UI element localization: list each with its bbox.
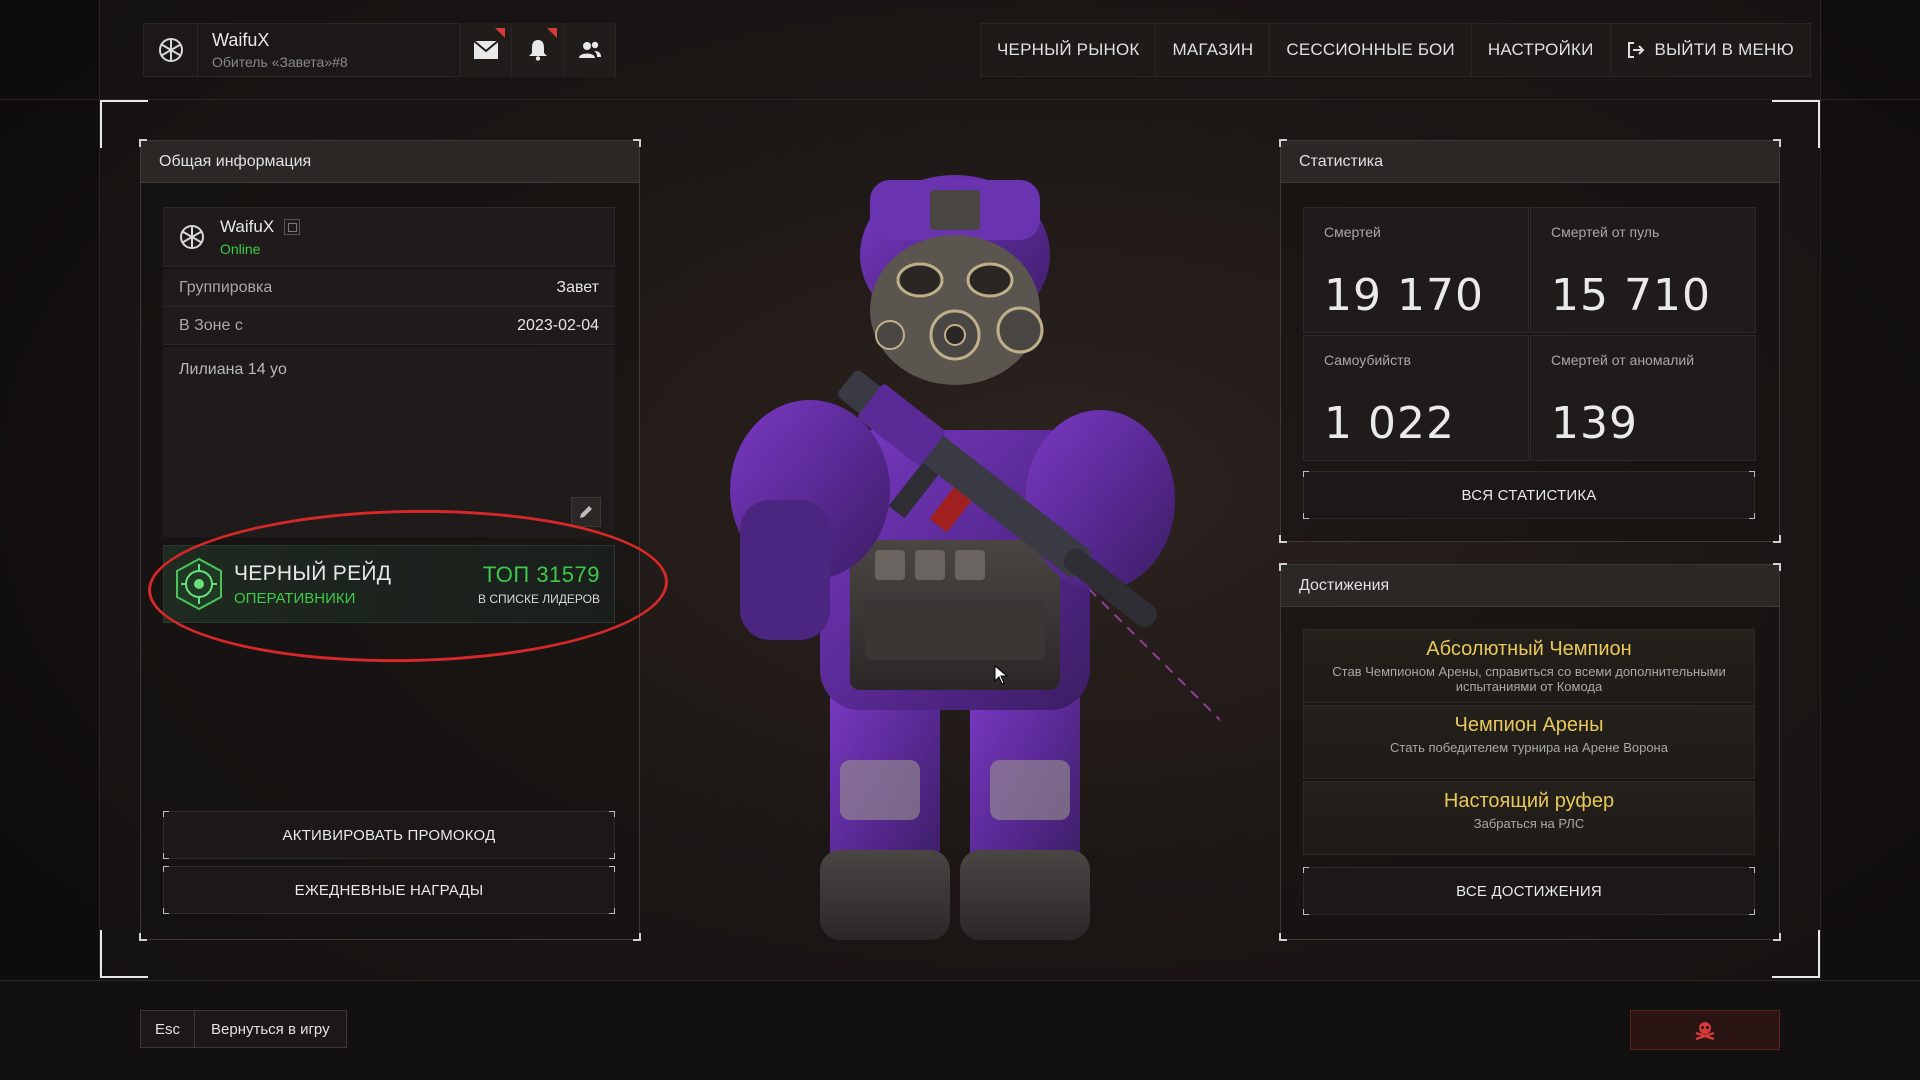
faction-logo-icon xyxy=(164,223,220,251)
profile-header[interactable]: WaifuX Обитель «Завета»#8 xyxy=(143,23,616,77)
nav-settings[interactable]: НАСТРОЙКИ xyxy=(1471,24,1611,76)
achievement-item[interactable]: Чемпион Арены Стать победителем турнира … xyxy=(1303,705,1755,779)
all-achievements-button[interactable]: ВСЕ ДОСТИЖЕНИЯ xyxy=(1303,867,1755,915)
statistics-panel: Статистика Смертей 19 170 Смертей от пул… xyxy=(1279,139,1781,543)
copy-icon[interactable] xyxy=(284,219,301,235)
notifications-button[interactable] xyxy=(511,23,563,77)
header-username: WaifuX xyxy=(212,30,270,50)
achievement-desc: Став Чемпионом Арены, справиться со всем… xyxy=(1332,664,1726,694)
stat-anomaly-deaths-value: 139 xyxy=(1551,398,1638,449)
exit-label: ВЫЙТИ В МЕНЮ xyxy=(1654,40,1794,59)
raid-badge-icon xyxy=(164,556,234,612)
stat-bullet-deaths-label: Смертей от пуль xyxy=(1551,224,1660,240)
mail-button[interactable] xyxy=(459,23,511,77)
return-to-game-label: Вернуться в игру xyxy=(195,1011,346,1047)
stat-anomaly-deaths-label: Смертей от аномалий xyxy=(1551,352,1695,368)
all-achievements-label: ВСЕ ДОСТИЖЕНИЯ xyxy=(1456,882,1602,900)
nav-shop[interactable]: МАГАЗИН xyxy=(1156,24,1271,76)
zone-since-value: 2023-02-04 xyxy=(517,316,599,334)
zone-since-row: В Зоне с 2023-02-04 xyxy=(163,307,615,345)
statistics-title: Статистика xyxy=(1281,141,1779,183)
notification-marker xyxy=(547,28,557,38)
mouse-cursor-icon xyxy=(994,664,1009,690)
raid-leaderboard-label: В СПИСКЕ ЛИДЕРОВ xyxy=(478,592,600,606)
all-statistics-label: ВСЯ СТАТИСТИКА xyxy=(1461,486,1597,504)
zone-since-label: В Зоне с xyxy=(179,316,243,334)
faction-row: Группировка Завет xyxy=(163,269,615,307)
raid-subtitle: ОПЕРАТИВНИКИ xyxy=(234,589,356,607)
user-card-name: WaifuX xyxy=(220,217,275,236)
daily-rewards-label: ЕЖЕДНЕВНЫЕ НАГРАДЫ xyxy=(294,881,484,899)
stat-suicides-value: 1 022 xyxy=(1324,398,1455,449)
stat-deaths-label: Смертей xyxy=(1324,224,1381,240)
achievements-panel: Достижения Абсолютный Чемпион Став Чемпи… xyxy=(1279,563,1781,941)
return-to-game-button[interactable]: Esc Вернуться в игру xyxy=(140,1010,347,1048)
header-subtitle: Обитель «Завета»#8 xyxy=(212,54,348,70)
left-backdrop xyxy=(0,0,100,1080)
mail-icon xyxy=(472,40,499,59)
stat-deaths: Смертей 19 170 xyxy=(1303,207,1529,333)
raid-top-rank: ТОП 31579 xyxy=(482,562,600,587)
bell-icon xyxy=(528,40,547,61)
pencil-icon xyxy=(580,506,592,518)
achievement-title: Абсолютный Чемпион xyxy=(1426,638,1632,660)
stat-suicides-label: Самоубийств xyxy=(1324,352,1411,368)
achievement-item[interactable]: Настоящий руфер Забраться на РЛС xyxy=(1303,781,1755,855)
raid-title: ЧЕРНЫЙ РЕЙД xyxy=(234,561,392,585)
achievement-title: Чемпион Арены xyxy=(1454,714,1604,736)
achievement-desc: Стать победителем турнира на Арене Ворон… xyxy=(1390,740,1668,755)
nav-session-battles[interactable]: СЕССИОННЫЕ БОИ xyxy=(1270,24,1472,76)
notification-marker xyxy=(495,28,505,38)
online-status: Online xyxy=(220,241,261,257)
activate-promo-label: АКТИВИРОВАТЬ ПРОМОКОД xyxy=(282,826,496,844)
nav-exit-to-menu[interactable]: ВЫЙТИ В МЕНЮ xyxy=(1610,24,1810,76)
profile-note: Лилиана 14 yo xyxy=(163,347,615,537)
general-info-panel: Общая информация WaifuX Online Группиров… xyxy=(139,139,641,941)
exit-icon xyxy=(1627,42,1644,58)
report-button[interactable] xyxy=(1630,1010,1780,1050)
character-model xyxy=(700,160,1401,970)
daily-rewards-button[interactable]: ЕЖЕДНЕВНЫЕ НАГРАДЫ xyxy=(163,866,615,914)
achievement-desc: Забраться на РЛС xyxy=(1473,816,1585,831)
achievements-title: Достижения xyxy=(1281,565,1779,607)
profile-note-text: Лилиана 14 yo xyxy=(179,361,287,378)
all-statistics-button[interactable]: ВСЯ СТАТИСТИКА xyxy=(1303,471,1755,519)
stat-anomaly-deaths: Смертей от аномалий 139 xyxy=(1530,335,1756,461)
black-raid-banner[interactable]: ЧЕРНЫЙ РЕЙД ОПЕРАТИВНИКИ ТОП 31579 В СПИ… xyxy=(163,545,615,623)
general-info-title: Общая информация xyxy=(141,141,639,183)
friends-button[interactable] xyxy=(563,23,615,77)
faction-label: Группировка xyxy=(179,278,273,296)
activate-promo-button[interactable]: АКТИВИРОВАТЬ ПРОМОКОД xyxy=(163,811,615,859)
user-card: WaifuX Online xyxy=(163,207,615,267)
faction-logo-icon xyxy=(144,23,198,77)
edit-note-button[interactable] xyxy=(571,497,601,527)
achievement-title: Настоящий руфер xyxy=(1443,790,1615,812)
stat-bullet-deaths-value: 15 710 xyxy=(1551,270,1711,321)
achievement-item[interactable]: Абсолютный Чемпион Став Чемпионом Арены,… xyxy=(1303,629,1755,703)
right-backdrop xyxy=(1820,0,1920,1080)
friends-icon xyxy=(578,41,601,58)
esc-key-hint: Esc xyxy=(141,1011,195,1047)
stat-deaths-value: 19 170 xyxy=(1324,270,1484,321)
faction-value: Завет xyxy=(556,278,599,296)
top-navigation: ЧЕРНЫЙ РЫНОК МАГАЗИН СЕССИОННЫЕ БОИ НАСТ… xyxy=(980,23,1811,77)
skull-crossbones-icon xyxy=(1695,1022,1715,1040)
stat-suicides: Самоубийств 1 022 xyxy=(1303,335,1529,461)
header-divider xyxy=(0,99,1920,100)
nav-black-market[interactable]: ЧЕРНЫЙ РЫНОК xyxy=(981,24,1157,76)
stat-bullet-deaths: Смертей от пуль 15 710 xyxy=(1530,207,1756,333)
